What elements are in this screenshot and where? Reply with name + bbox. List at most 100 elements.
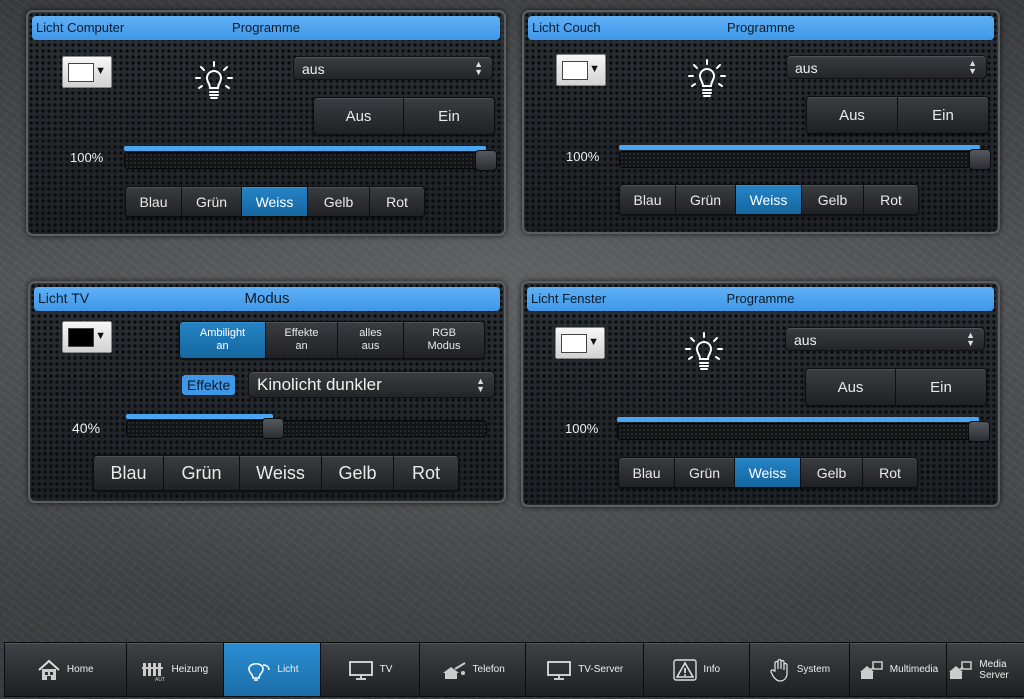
program-select-value: aus xyxy=(302,61,325,77)
nav-item-label: Home xyxy=(66,664,94,675)
nav-item-multimedia[interactable]: Multimedia xyxy=(848,642,947,697)
slider-handle[interactable] xyxy=(261,418,284,439)
color-swatch xyxy=(561,334,587,353)
mode-button-label: RGB xyxy=(432,327,456,339)
power-buttons: Aus Ein xyxy=(806,96,989,134)
chevron-down-icon: ▼ xyxy=(589,63,600,75)
panel-licht-computer: Licht Computer Programme ▼ aus ▲ ▼ Aus Ei… xyxy=(26,10,506,236)
media-icon xyxy=(858,659,884,681)
slider-handle[interactable] xyxy=(968,421,990,442)
program-select[interactable]: aus ▲ ▼ xyxy=(786,55,987,79)
select-caret-icon: ▲ ▼ xyxy=(474,59,483,77)
nav-item-media-server[interactable]: Media Server xyxy=(946,642,1024,697)
effekte-select[interactable]: Kinolicht dunkler ▲ ▼ xyxy=(248,371,495,398)
nav-item-tv[interactable]: TV xyxy=(319,642,420,697)
nav-item-licht[interactable]: Licht xyxy=(223,642,320,697)
nav-item-system[interactable]: System xyxy=(749,642,849,697)
color-buttons: Blau Grün Weiss Gelb Rot xyxy=(619,184,919,215)
color-picker[interactable]: ▼ xyxy=(555,327,605,359)
color-button-gelb[interactable]: Gelb xyxy=(308,187,370,216)
color-button-gelb[interactable]: Gelb xyxy=(802,185,864,214)
warning-icon xyxy=(673,658,698,681)
mode-button-label: alles xyxy=(359,327,382,339)
ein-button[interactable]: Ein xyxy=(898,97,988,133)
aus-button[interactable]: Aus xyxy=(314,98,404,134)
slider-fill xyxy=(124,146,486,151)
nav-item-heizung[interactable]: AUTO Heizung xyxy=(125,642,224,697)
panel-title: Licht Fenster xyxy=(531,291,607,306)
mode-button-ambilight[interactable]: Ambilight an xyxy=(180,322,266,358)
monitor-icon xyxy=(546,659,572,681)
power-buttons: Aus Ein xyxy=(313,97,495,135)
ein-button[interactable]: Ein xyxy=(896,369,986,405)
nav-item-label: System xyxy=(796,664,831,675)
color-button-gruen[interactable]: Grün xyxy=(676,185,736,214)
color-button-gruen[interactable]: Grün xyxy=(675,458,735,487)
brightness-slider[interactable] xyxy=(124,146,497,171)
mode-button-effekte[interactable]: Effekte an xyxy=(266,322,338,358)
color-button-weiss[interactable]: Weiss xyxy=(735,458,801,487)
nav-item-tv-server[interactable]: TV-Server xyxy=(524,642,644,697)
effekte-select-value: Kinolicht dunkler xyxy=(257,375,382,394)
program-select-value: aus xyxy=(794,332,817,348)
slider-handle[interactable] xyxy=(475,150,497,171)
color-button-weiss[interactable]: Weiss xyxy=(242,187,308,216)
color-button-rot[interactable]: Rot xyxy=(394,456,458,490)
mode-button-label: Ambilight xyxy=(199,327,246,339)
color-picker[interactable]: ▼ xyxy=(62,321,112,353)
panel-header: Licht TV Modus xyxy=(34,287,500,311)
color-picker[interactable]: ▼ xyxy=(556,54,606,86)
hand-icon xyxy=(769,658,791,682)
color-button-blau[interactable]: Blau xyxy=(126,187,182,216)
ein-button[interactable]: Ein xyxy=(404,98,494,134)
aus-button[interactable]: Aus xyxy=(807,97,898,133)
slider-track xyxy=(124,152,497,169)
effekte-label: Effekte xyxy=(182,375,236,395)
color-button-rot[interactable]: Rot xyxy=(863,458,917,487)
color-button-blau[interactable]: Blau xyxy=(620,185,676,214)
nav-item-telefon[interactable]: Telefon xyxy=(419,642,525,697)
color-buttons: Blau Grün Weiss Gelb Rot xyxy=(125,186,425,217)
select-caret-icon: ▲ ▼ xyxy=(968,58,977,76)
color-swatch xyxy=(562,61,588,80)
panel-licht-fenster: Licht Fenster Programme ▼ aus ▲ ▼ Aus Ein… xyxy=(521,281,1000,507)
select-caret-icon: ▲ ▼ xyxy=(476,376,485,394)
color-button-rot[interactable]: Rot xyxy=(864,185,918,214)
mode-button-rgb[interactable]: RGB Modus xyxy=(404,322,484,358)
brightness-slider[interactable] xyxy=(617,417,990,442)
nav-item-label: TV xyxy=(379,664,393,675)
mode-button-alles[interactable]: alles aus xyxy=(338,322,404,358)
color-buttons: Blau Grün Weiss Gelb Rot xyxy=(93,455,459,491)
program-select[interactable]: aus ▲ ▼ xyxy=(785,327,985,351)
slider-track xyxy=(126,420,487,437)
mode-button-sublabel: aus xyxy=(361,340,380,352)
aus-button[interactable]: Aus xyxy=(806,369,896,405)
nav-item-info[interactable]: Info xyxy=(643,642,750,697)
power-buttons: Aus Ein xyxy=(805,368,987,406)
color-button-rot[interactable]: Rot xyxy=(370,187,424,216)
mode-button-sublabel: an xyxy=(295,340,308,352)
color-button-gelb[interactable]: Gelb xyxy=(322,456,394,490)
color-button-blau[interactable]: Blau xyxy=(94,456,164,490)
brightness-slider[interactable] xyxy=(619,145,991,170)
program-select[interactable]: aus ▲ ▼ xyxy=(293,56,493,80)
chevron-down-icon: ▼ xyxy=(588,336,599,348)
nav-item-label: Multimedia xyxy=(889,664,939,675)
nav-item-home[interactable]: Home xyxy=(4,642,126,697)
color-button-gruen[interactable]: Grün xyxy=(164,456,240,490)
slider-fill xyxy=(126,414,273,419)
color-button-blau[interactable]: Blau xyxy=(619,458,675,487)
nav-item-label: Telefon xyxy=(472,664,505,675)
nav-item-label: Info xyxy=(703,664,721,675)
select-caret-icon: ▲ ▼ xyxy=(966,330,975,348)
slider-fill xyxy=(619,145,980,150)
color-button-weiss[interactable]: Weiss xyxy=(240,456,322,490)
color-button-weiss[interactable]: Weiss xyxy=(736,185,802,214)
slider-handle[interactable] xyxy=(969,149,991,170)
color-button-gruen[interactable]: Grün xyxy=(182,187,242,216)
nav-item-label: Licht xyxy=(277,664,299,675)
brightness-slider[interactable] xyxy=(126,414,487,439)
color-picker[interactable]: ▼ xyxy=(62,56,112,88)
program-select-value: aus xyxy=(795,60,818,76)
color-button-gelb[interactable]: Gelb xyxy=(801,458,863,487)
